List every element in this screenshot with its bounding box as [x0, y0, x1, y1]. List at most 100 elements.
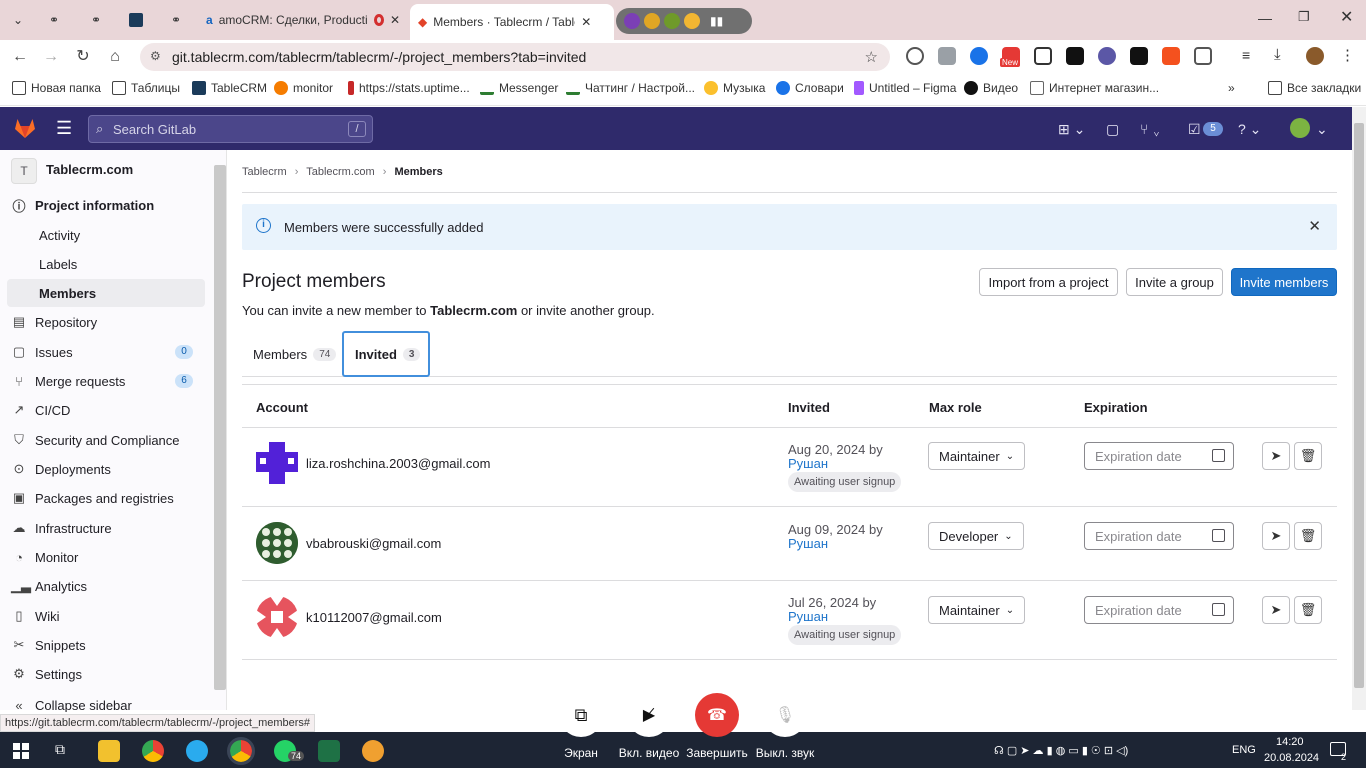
- merge-requests-nav-icon[interactable]: ⑂ ⌄: [1140, 121, 1161, 137]
- extension-k2-icon[interactable]: [1130, 47, 1148, 65]
- page-scrollbar-thumb[interactable]: [1354, 123, 1364, 688]
- invite-group-button[interactable]: Invite a group: [1126, 268, 1223, 296]
- download-icon[interactable]: ⤓: [1274, 46, 1281, 63]
- bookmark[interactable]: https://stats.uptime...: [348, 81, 470, 95]
- share-screen-button[interactable]: ⧉: [559, 693, 603, 737]
- bookmark[interactable]: Чаттинг / Настрой...: [566, 81, 695, 95]
- pinned-tab-3[interactable]: [124, 6, 148, 34]
- tab-gitlab-members[interactable]: ◆ Members · Tablecrm / Tablecrm ✕: [410, 4, 614, 40]
- user-avatar[interactable]: [1290, 118, 1310, 138]
- clock-date[interactable]: 20.08.2024: [1264, 752, 1319, 764]
- language-indicator[interactable]: ENG: [1232, 744, 1256, 756]
- resend-invite-button[interactable]: ➤: [1262, 442, 1290, 470]
- project-name[interactable]: Tablecrm.com: [46, 162, 133, 177]
- role-dropdown[interactable]: Maintainer ⌄: [928, 596, 1026, 624]
- sidebar-item-analytics[interactable]: ▁▃ Analytics: [7, 572, 205, 600]
- tab-search-icon[interactable]: ⌄: [6, 6, 30, 34]
- bookmark[interactable]: TableCRM: [192, 81, 267, 95]
- all-bookmarks[interactable]: Все закладки: [1268, 81, 1361, 95]
- bookmark-folder[interactable]: Новая папка: [12, 81, 101, 95]
- member-email[interactable]: liza.roshchina.2003@gmail.com: [306, 456, 490, 471]
- excel-icon[interactable]: [318, 740, 340, 762]
- sidebar-item-snippets[interactable]: ✂ Snippets: [7, 631, 205, 659]
- profile-avatar[interactable]: [1306, 47, 1324, 65]
- invited-by-link[interactable]: Рушан: [788, 457, 883, 471]
- toggle-video-button[interactable]: ▶̸: [627, 693, 671, 737]
- todos-nav-icon[interactable]: ☑: [1188, 121, 1201, 138]
- minimize-icon[interactable]: —: [1258, 10, 1272, 26]
- expiration-date-input[interactable]: Expiration date: [1084, 596, 1234, 624]
- member-email[interactable]: k10112007@gmail.com: [306, 610, 442, 625]
- chrome-icon[interactable]: [142, 740, 164, 762]
- bookmark[interactable]: monitor: [274, 81, 333, 95]
- create-new-icon[interactable]: ⊞ ⌄: [1058, 121, 1085, 138]
- pinned-tab-4[interactable]: ⚭: [164, 6, 188, 34]
- breadcrumb-item[interactable]: Members: [394, 166, 442, 178]
- breadcrumb-item[interactable]: Tablecrm.com: [306, 166, 374, 178]
- sidebar-item-cicd[interactable]: ↗ CI/CD: [7, 396, 205, 424]
- pinned-tab-1[interactable]: ⚭: [42, 6, 66, 34]
- menu-icon[interactable]: ⋮: [1340, 46, 1355, 64]
- sidebar-item-packages[interactable]: ▣ Packages and registries: [7, 484, 205, 512]
- file-explorer-icon[interactable]: [98, 740, 120, 762]
- resend-invite-button[interactable]: ➤: [1262, 522, 1290, 550]
- reading-list-icon[interactable]: ≡: [1242, 47, 1250, 63]
- bookmark[interactable]: Интернет магазин...: [1030, 81, 1159, 95]
- gitlab-logo-icon[interactable]: [13, 116, 37, 140]
- sidebar-item-monitor[interactable]: ◔ Monitor: [7, 543, 205, 571]
- extension-orange-icon[interactable]: [1162, 47, 1180, 65]
- home-icon[interactable]: ⌂: [106, 48, 124, 66]
- extension-purple-icon[interactable]: [1098, 47, 1116, 65]
- sidebar-item-security[interactable]: ⛉ Security and Compliance: [7, 426, 205, 454]
- chrome-active-icon[interactable]: [227, 737, 255, 765]
- tab-group[interactable]: ▮▮: [616, 8, 752, 34]
- extensions-puzzle-icon[interactable]: [1194, 47, 1212, 65]
- sidebar-item-settings[interactable]: ⚙ Settings: [7, 660, 205, 688]
- invited-by-link[interactable]: Рушан: [788, 610, 876, 624]
- import-from-project-button[interactable]: Import from a project: [979, 268, 1118, 296]
- restore-icon[interactable]: ❐: [1298, 9, 1310, 25]
- resend-invite-button[interactable]: ➤: [1262, 596, 1290, 624]
- extension-crop-icon[interactable]: [1034, 47, 1052, 65]
- bookmark-folder[interactable]: Таблицы: [112, 81, 180, 95]
- sidebar-item-merge-requests[interactable]: ⑂ Merge requests 6: [7, 367, 205, 395]
- extension-code-icon[interactable]: [938, 47, 956, 65]
- window-close-icon[interactable]: ✕: [1340, 7, 1353, 27]
- extension-1-icon[interactable]: [906, 47, 924, 65]
- invite-members-button[interactable]: Invite members: [1231, 268, 1337, 296]
- breadcrumb-item[interactable]: Tablecrm: [242, 166, 287, 178]
- bookmark[interactable]: Словари: [776, 81, 844, 95]
- site-info-icon[interactable]: ⚙: [150, 49, 161, 63]
- end-call-button[interactable]: ☎: [695, 693, 739, 737]
- mute-button[interactable]: 🎙: [763, 693, 807, 737]
- sidebar-item-activity[interactable]: Activity: [7, 221, 205, 249]
- tab-members[interactable]: Members 74: [253, 331, 337, 377]
- back-icon[interactable]: ←: [11, 48, 29, 66]
- remove-invite-button[interactable]: 🗑: [1294, 522, 1322, 550]
- extension-blue-icon[interactable]: [970, 47, 988, 65]
- sidebar-item-infrastructure[interactable]: ☁ Infrastructure: [7, 514, 205, 542]
- star-icon[interactable]: ☆: [865, 48, 878, 66]
- collapse-sidebar-button[interactable]: « Collapse sidebar: [7, 698, 205, 712]
- sidebar-item-project-information[interactable]: ⓘ Project information: [7, 191, 205, 219]
- remove-invite-button[interactable]: 🗑: [1294, 442, 1322, 470]
- role-dropdown[interactable]: Developer ⌄: [928, 522, 1024, 550]
- member-email[interactable]: vbabrouski@gmail.com: [306, 536, 441, 551]
- sidebar-item-repository[interactable]: ▤ Repository: [7, 308, 205, 336]
- remove-invite-button[interactable]: 🗑: [1294, 596, 1322, 624]
- role-dropdown[interactable]: Maintainer ⌄: [928, 442, 1026, 470]
- expiration-date-input[interactable]: Expiration date: [1084, 442, 1234, 470]
- chevron-down-icon[interactable]: ⌄: [1316, 121, 1328, 138]
- close-icon[interactable]: ✕: [581, 15, 591, 29]
- telegram-icon[interactable]: [186, 740, 208, 762]
- hamburger-menu-icon[interactable]: ☰: [56, 118, 72, 139]
- expiration-date-input[interactable]: Expiration date: [1084, 522, 1234, 550]
- tab-invited[interactable]: Invited 3: [342, 331, 430, 377]
- forward-icon[interactable]: →: [42, 48, 60, 66]
- close-icon[interactable]: ✕: [390, 13, 400, 27]
- invited-by-link[interactable]: Рушан: [788, 537, 883, 551]
- sidebar-item-members[interactable]: Members: [7, 279, 205, 307]
- windows-start-icon[interactable]: [13, 743, 29, 759]
- help-icon[interactable]: ? ⌄: [1238, 121, 1261, 138]
- bookmark[interactable]: Messenger: [480, 81, 558, 95]
